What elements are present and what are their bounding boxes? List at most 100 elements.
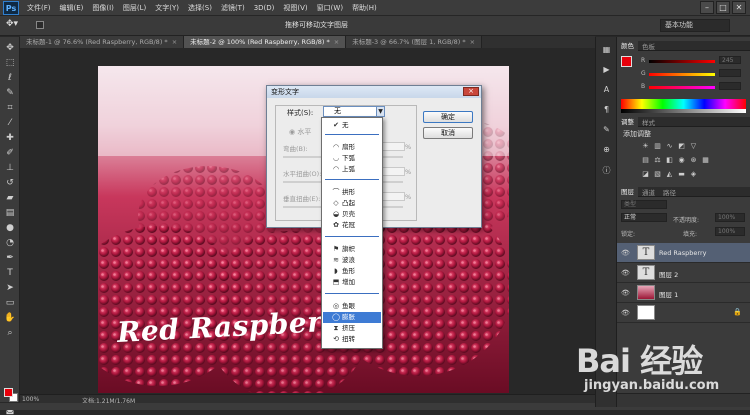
channel-mixer-icon[interactable]: ⊛ (689, 156, 698, 164)
menu-filter[interactable]: 滤镜(T) (221, 3, 245, 13)
tab-document-3[interactable]: 未标题-3 @ 66.7% (图层 1, RGB/8) * × (346, 36, 483, 48)
color-balance-icon[interactable]: ⚖ (653, 156, 662, 164)
red-slider[interactable] (649, 60, 715, 63)
tab-document-1[interactable]: 未标题-1 @ 76.6% (Red Raspberry, RGB/8) * × (20, 36, 185, 48)
blue-slider[interactable] (649, 86, 715, 89)
quick-select-tool-icon[interactable]: ✎ (3, 88, 17, 98)
hue-saturation-icon[interactable]: ▤ (641, 156, 650, 164)
style-option-flower[interactable]: ✿ 花冠 (323, 220, 381, 231)
style-option-rise[interactable]: ⬒ 增加 (323, 277, 381, 288)
layer-filter-select[interactable]: 类型 (621, 200, 667, 209)
photo-filter-icon[interactable]: ◉ (677, 156, 686, 164)
exposure-icon[interactable]: ◩ (677, 142, 686, 150)
gradient-tool-icon[interactable]: ▤ (3, 208, 17, 218)
blend-mode-select[interactable]: 正常 (621, 213, 667, 222)
layer-row-layer-1[interactable]: 👁 图层 1 (617, 283, 750, 303)
color-foreground-swatch[interactable] (621, 56, 632, 67)
style-option-fish[interactable]: ◗ 鱼形 (323, 266, 381, 277)
minimize-button[interactable]: – (700, 1, 714, 14)
posterize-icon[interactable]: ▧ (653, 170, 662, 178)
dodge-tool-icon[interactable]: ◔ (3, 238, 17, 248)
clone-source-icon[interactable]: ⊕ (600, 145, 613, 155)
horizontal-radio[interactable]: ◉ 水平 (289, 127, 311, 137)
layer-row-layer-2[interactable]: 👁 T 图层 2 (617, 263, 750, 283)
pen-tool-icon[interactable]: ✒ (3, 253, 17, 263)
lasso-tool-icon[interactable]: ℓ (3, 73, 17, 83)
style-option-twist[interactable]: ⟲ 扭转 (323, 334, 381, 345)
zoom-tool-icon[interactable]: ⌕ (3, 328, 17, 338)
style-option-flag[interactable]: ⚑ 旗帜 (323, 244, 381, 255)
style-option-shell[interactable]: ◒ 贝壳 (323, 209, 381, 220)
cancel-button[interactable]: 取消 (423, 127, 473, 139)
blue-value[interactable] (719, 82, 741, 90)
green-slider[interactable] (649, 73, 715, 76)
hand-tool-icon[interactable]: ✋ (3, 313, 17, 323)
menu-window[interactable]: 窗口(W) (317, 3, 343, 13)
style-option-fisheye[interactable]: ◎ 鱼眼 (323, 301, 381, 312)
grayscale-ramp[interactable] (621, 109, 746, 113)
close-icon[interactable]: × (334, 38, 339, 46)
history-icon[interactable]: ▦ (600, 45, 613, 55)
color-lookup-icon[interactable]: ▦ (701, 156, 710, 164)
opacity-field[interactable]: 100% (715, 213, 745, 222)
dialog-close-button[interactable]: × (463, 87, 479, 96)
black-white-icon[interactable]: ◧ (665, 156, 674, 164)
menu-type[interactable]: 文字(Y) (155, 3, 179, 13)
threshold-icon[interactable]: ◭ (665, 170, 674, 178)
tab-channels[interactable]: 通道 (638, 187, 659, 197)
style-option-none[interactable]: ✔ 无 (323, 120, 381, 131)
tab-styles[interactable]: 样式 (638, 117, 659, 127)
style-option-inflate[interactable]: ◯ 膨胀 (323, 312, 381, 323)
menu-3d[interactable]: 3D(D) (254, 4, 275, 12)
menu-layer[interactable]: 图层(L) (123, 3, 146, 13)
menu-edit[interactable]: 编辑(E) (60, 3, 84, 13)
eyedropper-tool-icon[interactable]: ⁄ (3, 118, 17, 128)
visibility-eye-icon[interactable]: 👁 (621, 269, 630, 277)
menu-help[interactable]: 帮助(H) (352, 3, 377, 13)
menu-view[interactable]: 视图(V) (283, 3, 307, 13)
crop-tool-icon[interactable]: ⌗ (3, 103, 17, 113)
selective-color-icon[interactable]: ◈ (689, 170, 698, 178)
zoom-readout[interactable]: 100% (22, 396, 39, 403)
eraser-tool-icon[interactable]: ▰ (3, 193, 17, 203)
menu-select[interactable]: 选择(S) (188, 3, 212, 13)
close-icon[interactable]: × (172, 38, 177, 46)
maximize-button[interactable]: □ (716, 1, 730, 14)
brightness-icon[interactable]: ☀ (641, 142, 650, 150)
shape-tool-icon[interactable]: ▭ (3, 298, 17, 308)
healing-brush-icon[interactable]: ✚ (3, 133, 17, 143)
tab-paths[interactable]: 路径 (659, 187, 680, 197)
close-window-button[interactable]: ✕ (732, 1, 746, 14)
levels-icon[interactable]: ▥ (653, 142, 662, 150)
curves-icon[interactable]: ∿ (665, 142, 674, 150)
green-value[interactable] (719, 69, 741, 77)
visibility-eye-icon[interactable]: 👁 (621, 309, 630, 317)
tab-document-2[interactable]: 未标题-2 @ 100% (Red Raspberry, RGB/8) * × (184, 36, 347, 48)
actions-icon[interactable]: ▶ (600, 65, 613, 75)
foreground-color-swatch[interactable] (4, 388, 13, 397)
chevron-down-icon[interactable]: ▼ (376, 106, 385, 117)
color-spectrum-ramp[interactable] (621, 99, 746, 109)
red-value[interactable]: 245 (719, 56, 741, 64)
info-icon[interactable]: ⓘ (600, 165, 613, 175)
history-brush-icon[interactable]: ↺ (3, 178, 17, 188)
paragraph-icon[interactable]: ¶ (600, 105, 613, 115)
tab-color[interactable]: 颜色 (617, 40, 638, 51)
clone-stamp-icon[interactable]: ⊥ (3, 163, 17, 173)
invert-icon[interactable]: ◪ (641, 170, 650, 178)
tab-adjustments[interactable]: 调整 (617, 116, 638, 127)
ok-button[interactable]: 确定 (423, 111, 473, 123)
gradient-map-icon[interactable]: ▬ (677, 170, 686, 178)
marquee-tool-icon[interactable]: ⬚ (3, 58, 17, 68)
character-icon[interactable]: A (600, 85, 613, 95)
brush-presets-icon[interactable]: ✎ (600, 125, 613, 135)
style-option-arc[interactable]: ◠ 扇形 (323, 142, 381, 153)
workspace-select[interactable]: 基本功能 (660, 19, 730, 32)
blur-tool-icon[interactable]: ● (3, 223, 17, 233)
close-icon[interactable]: × (470, 38, 475, 46)
auto-select-checkbox[interactable] (36, 21, 44, 29)
style-option-arc-lower[interactable]: ◡ 下弧 (323, 153, 381, 164)
style-option-bulge[interactable]: ◇ 凸起 (323, 198, 381, 209)
tab-swatches[interactable]: 色板 (638, 41, 659, 51)
type-tool-icon[interactable]: T (3, 268, 17, 278)
